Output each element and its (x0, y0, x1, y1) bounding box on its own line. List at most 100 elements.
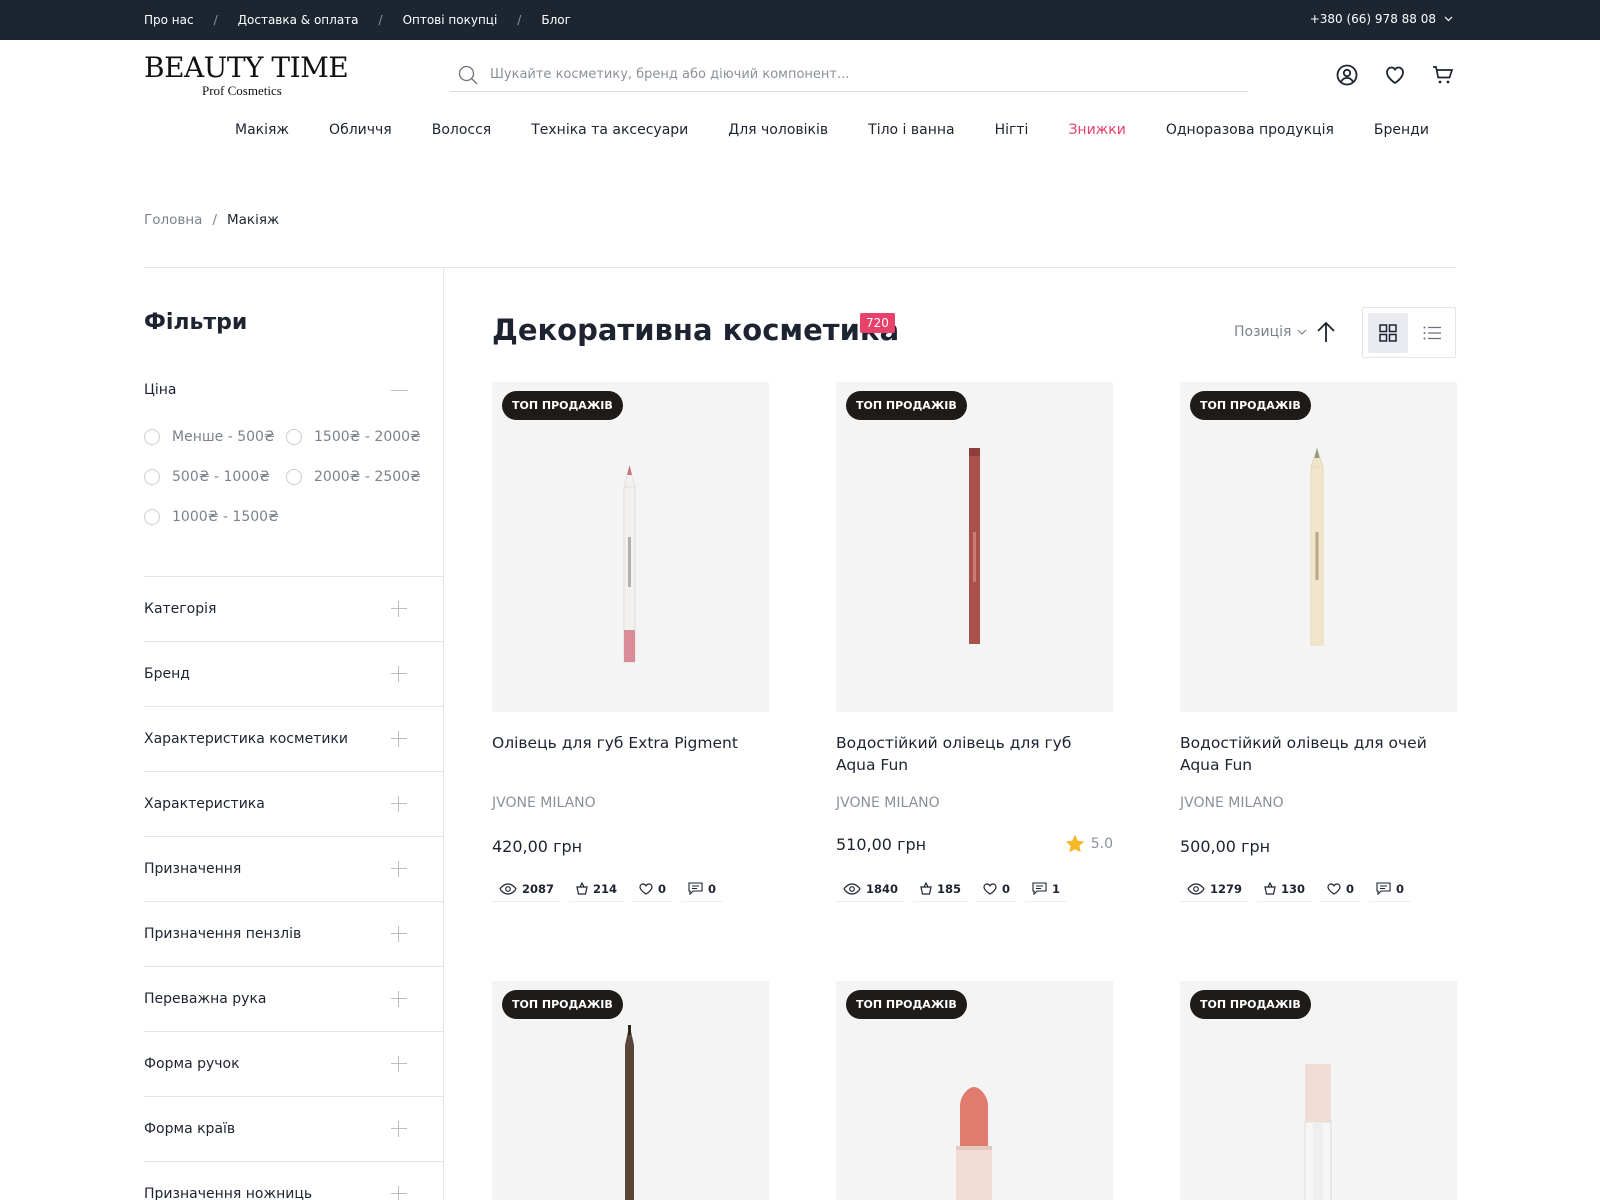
expand-plus-icon[interactable] (391, 601, 407, 617)
sidebar-divider (443, 268, 444, 1200)
top-link-separator: / (517, 13, 522, 27)
star-icon (1065, 834, 1084, 853)
expand-plus-icon[interactable] (391, 1056, 407, 1072)
nav-item-sale[interactable]: Знижки (1068, 122, 1125, 138)
expand-plus-icon[interactable] (391, 731, 407, 747)
top-sales-badge: ТОП ПРОДАЖІВ (846, 391, 967, 420)
expand-plus-icon[interactable] (391, 991, 407, 1007)
site-logo[interactable]: BEAUTY TIME Prof Cosmetics (144, 54, 370, 100)
product-image[interactable] (492, 382, 769, 712)
expand-plus-icon[interactable] (391, 796, 407, 812)
product-brand[interactable]: JVONE MILANO (1180, 795, 1284, 811)
facet-category[interactable]: Категорія (144, 576, 443, 641)
expand-plus-icon[interactable] (391, 1121, 407, 1137)
nav-item-hair[interactable]: Волосся (432, 122, 492, 138)
list-view-icon[interactable] (1412, 313, 1452, 353)
top-link-blog[interactable]: Блог (541, 13, 571, 27)
likes-stat[interactable]: 0 (1320, 876, 1362, 902)
price-option-label: 500₴ - 1000₴ (172, 469, 270, 485)
logo-sub-text: Prof Cosmetics (202, 83, 282, 98)
top-sales-badge: ТОП ПРОДАЖІВ (502, 391, 623, 420)
nav-item-men[interactable]: Для чоловіків (728, 122, 828, 138)
nav-item-makeup[interactable]: Макіяж (235, 122, 289, 138)
facet-dominant-hand[interactable]: Переважна рука (144, 966, 443, 1031)
price-option-under-500[interactable]: Менше - 500₴ (144, 429, 275, 445)
product-name[interactable]: Водостійкий олівець для губ Aqua Fun (836, 732, 1113, 776)
price-option-500-1000[interactable]: 500₴ - 1000₴ (144, 469, 270, 485)
likes-stat[interactable]: 0 (976, 876, 1018, 902)
product-name[interactable]: Водостійкий олівець для очей Aqua Fun (1180, 732, 1457, 776)
product-image[interactable] (1180, 382, 1457, 712)
chevron-down-icon (1298, 329, 1307, 335)
price-option-1500-2000[interactable]: 1500₴ - 2000₴ (286, 429, 421, 445)
expand-plus-icon[interactable] (391, 861, 407, 877)
nav-item-brands[interactable]: Бренди (1374, 122, 1429, 138)
comments-stat[interactable]: 1 (1025, 876, 1068, 902)
catalog-title: Декоративна косметика (492, 313, 900, 347)
radio-circle[interactable] (144, 509, 160, 525)
beige-eye-pencil-image (1310, 447, 1324, 646)
comments-stat[interactable]: 0 (681, 876, 724, 902)
views-stat: 1279 (1180, 876, 1250, 902)
radio-circle[interactable] (286, 469, 302, 485)
price-option-1000-1500[interactable]: 1000₴ - 1500₴ (144, 509, 279, 525)
search-icon[interactable] (458, 65, 478, 85)
sort-dropdown[interactable]: Позиція (1234, 324, 1307, 340)
top-link-wholesale[interactable]: Оптові покупці (403, 13, 498, 27)
breadcrumb-home[interactable]: Головна (144, 212, 202, 228)
product-price: 500,00 грн (1180, 837, 1271, 856)
collapse-minus-icon[interactable] (391, 390, 408, 391)
facet-label: Категорія (144, 601, 217, 617)
nav-item-nails[interactable]: Нігті (995, 122, 1029, 138)
product-image[interactable] (836, 382, 1113, 712)
search-input[interactable] (490, 67, 1210, 82)
product-count-badge: 720 (860, 313, 895, 333)
views-stat: 1840 (836, 876, 906, 902)
product-brand[interactable]: JVONE MILANO (492, 795, 596, 811)
wishlist-heart-icon[interactable] (1384, 64, 1406, 86)
facet-characteristic[interactable]: Характеристика (144, 771, 443, 836)
product-price: 510,00 грн (836, 835, 927, 854)
phone-dropdown[interactable]: +380 (66) 978 88 08 (1310, 12, 1453, 26)
sort-direction-arrow-icon[interactable] (1315, 320, 1337, 344)
nav-item-face[interactable]: Обличчя (329, 122, 392, 138)
grid-view-icon[interactable] (1368, 313, 1408, 353)
facet-scissors-purpose[interactable]: Призначення ножниць (144, 1161, 443, 1200)
price-option-2000-2500[interactable]: 2000₴ - 2500₴ (286, 469, 421, 485)
facet-brush-purpose[interactable]: Призначення пензлів (144, 901, 443, 966)
facet-edge-shape[interactable]: Форма країв (144, 1096, 443, 1161)
cart-icon[interactable] (1432, 64, 1454, 86)
top-bar: Про нас / Доставка & оплата / Оптові пок… (0, 0, 1600, 40)
expand-plus-icon[interactable] (391, 666, 407, 682)
top-link-delivery[interactable]: Доставка & оплата (238, 13, 359, 27)
radio-circle[interactable] (144, 469, 160, 485)
top-link-about[interactable]: Про нас (144, 13, 194, 27)
heart-icon (639, 882, 653, 895)
comments-stat[interactable]: 0 (1369, 876, 1412, 902)
pink-lip-pencil-image (623, 465, 636, 663)
top-link-separator: / (378, 13, 383, 27)
search-bar (450, 58, 1248, 92)
likes-count: 0 (1346, 881, 1355, 896)
product-brand[interactable]: JVONE MILANO (836, 795, 940, 811)
comments-count: 0 (708, 881, 717, 896)
radio-circle[interactable] (144, 429, 160, 445)
nav-item-tools-accessories[interactable]: Техніка та аксесуари (531, 122, 688, 138)
facet-label: Призначення пензлів (144, 926, 302, 942)
facet-handle-shape[interactable]: Форма ручок (144, 1031, 443, 1096)
nav-item-body-bath[interactable]: Тіло і ванна (868, 122, 954, 138)
account-icon[interactable] (1336, 64, 1358, 86)
likes-stat[interactable]: 0 (632, 876, 674, 902)
facet-cosmetic-characteristic[interactable]: Характеристика косметики (144, 706, 443, 771)
facet-purpose[interactable]: Призначення (144, 836, 443, 901)
expand-plus-icon[interactable] (391, 1186, 407, 1200)
price-filter-title[interactable]: Ціна (144, 382, 177, 398)
content-divider (144, 267, 1456, 268)
radio-circle[interactable] (286, 429, 302, 445)
expand-plus-icon[interactable] (391, 926, 407, 942)
views-count: 1279 (1210, 881, 1243, 896)
facet-brand[interactable]: Бренд (144, 641, 443, 706)
nav-item-disposable[interactable]: Одноразова продукція (1166, 122, 1334, 138)
product-name[interactable]: Олівець для губ Extra Pigment (492, 732, 769, 754)
comment-icon (1376, 882, 1391, 895)
